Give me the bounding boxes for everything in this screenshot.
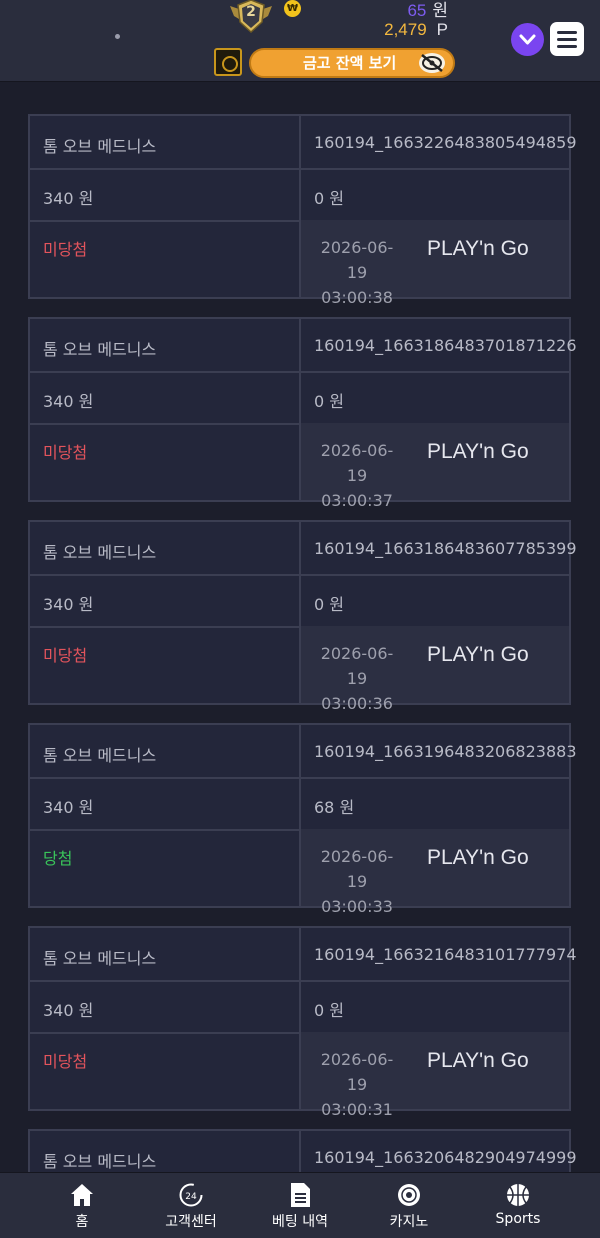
bet-meta: 2026-06-19 03:00:33 PLAY'n Go [301, 829, 569, 916]
nav-home[interactable]: 홈 [22, 1173, 142, 1238]
bet-status: 미당첨 [30, 423, 301, 500]
cash-balance: 65 원 [407, 0, 448, 21]
roulette-icon [398, 1184, 420, 1206]
bet-amount: 340 원 [30, 168, 301, 222]
bet-datetime: 2026-06-19 03:00:36 [315, 641, 399, 716]
bet-status: 미당첨 [30, 1032, 301, 1109]
bet-card: 톰 오브 메드니스 160194_1663226483805494859 340… [28, 114, 577, 307]
bet-datetime: 2026-06-19 03:00:31 [315, 1047, 399, 1122]
menu-line [557, 38, 577, 41]
win-amount: 0 원 [301, 371, 569, 425]
bottom-navigation: 홈 24 고객센터 베팅 내역 카지노 Sports [0, 1172, 600, 1238]
game-name: 톰 오브 메드니스 [30, 319, 301, 373]
support-24-icon: 24 [179, 1183, 203, 1207]
bet-datetime: 2026-06-19 03:00:33 [315, 844, 399, 919]
bet-time: 03:00:33 [321, 897, 393, 916]
bet-card: 톰 오브 메드니스 160194_1663186483607785399 340… [28, 520, 577, 713]
bet-meta: 2026-06-19 03:00:38 PLAY'n Go [301, 220, 569, 307]
bet-meta: 2026-06-19 03:00:36 PLAY'n Go [301, 626, 569, 713]
nav-sports-label: Sports [495, 1211, 541, 1227]
win-amount: 68 원 [301, 777, 569, 831]
bet-status: 미당첨 [30, 220, 301, 297]
nav-bet-history-label: 베팅 내역 [272, 1214, 328, 1230]
won-coin-icon: ₩ [284, 0, 301, 17]
provider-name: PLAY'n Go [427, 643, 529, 666]
bet-id: 160194_1663186483607785399 [301, 522, 577, 576]
bet-status: 미당첨 [30, 626, 301, 703]
bet-meta: 2026-06-19 03:00:31 PLAY'n Go [301, 1032, 569, 1119]
chevron-down-icon [519, 34, 536, 45]
bet-date: 2026-06-19 [320, 441, 394, 485]
win-amount: 0 원 [301, 574, 569, 628]
bet-card: 톰 오브 메드니스 160194_1663186483701871226 340… [28, 317, 577, 510]
top-header: 2 ₩ 65 원 2,479 P 금고 잔액 보기 [0, 0, 600, 82]
bet-id: 160194_1663186483701871226 [301, 319, 577, 373]
point-balance-unit: P [436, 20, 448, 39]
game-name: 톰 오브 메드니스 [30, 725, 301, 779]
bet-time: 03:00:36 [321, 694, 393, 713]
cash-balance-unit: 원 [432, 1, 448, 20]
game-name: 톰 오브 메드니스 [30, 522, 301, 576]
nav-casino-label: 카지노 [389, 1214, 429, 1230]
provider-name: PLAY'n Go [427, 1049, 529, 1072]
nav-sports[interactable]: Sports [458, 1173, 578, 1238]
nav-support[interactable]: 24 고객센터 [131, 1173, 251, 1238]
bet-meta: 2026-06-19 03:00:37 PLAY'n Go [301, 423, 569, 510]
bet-amount: 340 원 [30, 574, 301, 628]
basketball-icon [507, 1184, 529, 1206]
bet-id: 160194_1663226483805494859 [301, 116, 577, 170]
bet-card: 톰 오브 메드니스 160194_1663216483101777974 340… [28, 926, 577, 1119]
bet-datetime: 2026-06-19 03:00:37 [315, 438, 399, 513]
nav-home-label: 홈 [75, 1214, 89, 1230]
bet-date: 2026-06-19 [320, 238, 394, 282]
bet-amount: 340 원 [30, 980, 301, 1034]
point-balance: 2,479 P [384, 20, 448, 40]
level-number: 2 [246, 4, 256, 20]
bet-status: 당첨 [30, 829, 301, 906]
bet-time: 03:00:31 [321, 1100, 393, 1119]
bet-time: 03:00:38 [321, 288, 393, 307]
point-balance-amount: 2,479 [384, 20, 427, 39]
eye-off-icon [419, 53, 445, 73]
menu-line [557, 45, 577, 48]
home-icon [71, 1184, 93, 1206]
cash-balance-amount: 65 [407, 1, 427, 20]
status-dot [115, 34, 120, 39]
bet-time: 03:00:37 [321, 491, 393, 510]
bet-amount: 340 원 [30, 371, 301, 425]
nav-casino[interactable]: 카지노 [349, 1173, 469, 1238]
menu-line [557, 31, 577, 34]
expand-button[interactable] [511, 23, 544, 56]
provider-name: PLAY'n Go [427, 846, 529, 869]
win-amount: 0 원 [301, 168, 569, 222]
nav-bet-history[interactable]: 베팅 내역 [240, 1173, 360, 1238]
game-name: 톰 오브 메드니스 [30, 928, 301, 982]
bet-date: 2026-06-19 [320, 644, 394, 688]
provider-name: PLAY'n Go [427, 237, 529, 260]
document-icon [291, 1183, 310, 1207]
bet-card: 톰 오브 메드니스 160194_1663196483206823883 340… [28, 723, 577, 916]
bet-date: 2026-06-19 [320, 847, 394, 891]
menu-button[interactable] [550, 22, 584, 56]
game-name: 톰 오브 메드니스 [30, 116, 301, 170]
bet-id: 160194_1663196483206823883 [301, 725, 577, 779]
bet-id: 160194_1663216483101777974 [301, 928, 577, 982]
win-amount: 0 원 [301, 980, 569, 1034]
provider-name: PLAY'n Go [427, 440, 529, 463]
svg-text:24: 24 [185, 1192, 197, 1202]
bet-date: 2026-06-19 [320, 1050, 394, 1094]
vault-balance-button[interactable]: 금고 잔액 보기 [249, 48, 455, 78]
bet-datetime: 2026-06-19 03:00:38 [315, 235, 399, 310]
bet-amount: 340 원 [30, 777, 301, 831]
vault-balance-label: 금고 잔액 보기 [303, 54, 397, 72]
nav-support-label: 고객센터 [165, 1214, 217, 1230]
vault-icon[interactable] [214, 48, 242, 76]
